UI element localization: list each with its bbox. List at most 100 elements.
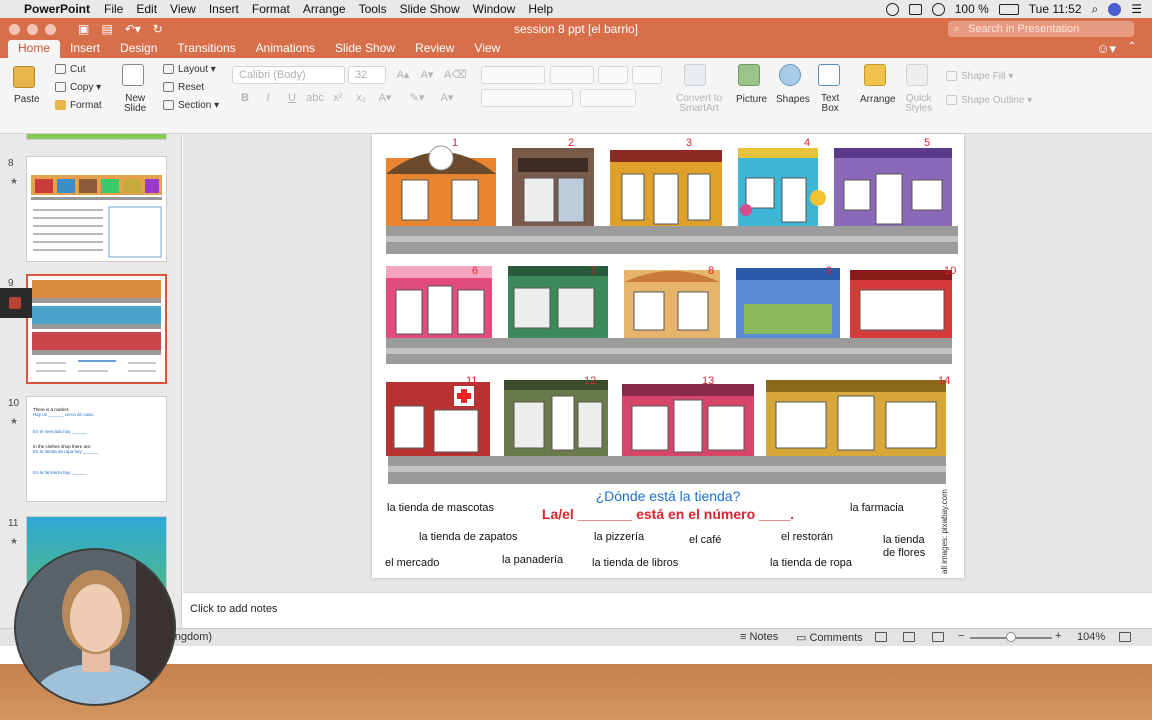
bullets-control[interactable] (481, 66, 545, 84)
font-name-select[interactable]: Calibri (Body) (232, 66, 345, 84)
close-window-button[interactable] (9, 23, 20, 35)
paste-button[interactable]: Paste (14, 94, 40, 105)
wifi-icon[interactable] (931, 2, 945, 16)
slide-thumbnail-9[interactable] (26, 274, 167, 384)
zoom-in-icon[interactable]: + (1055, 630, 1061, 642)
menu-arrange[interactable]: Arrange (303, 2, 346, 16)
minimize-window-button[interactable] (27, 23, 38, 35)
notes-toggle-button[interactable]: ≡ Notes (740, 631, 778, 643)
creative-cloud-icon[interactable] (885, 2, 899, 16)
subscript-icon[interactable]: x₂ (352, 90, 370, 106)
picture-icon[interactable] (738, 64, 760, 86)
sidebar-toggle-icon[interactable]: ▣ (78, 22, 89, 36)
quick-styles-icon[interactable] (906, 64, 928, 86)
shapes-icon[interactable] (779, 64, 801, 86)
arrange-icon[interactable] (864, 64, 886, 86)
reading-view-icon[interactable] (932, 632, 944, 642)
arrange-button[interactable]: Arrange (860, 94, 896, 105)
slide-thumbnail-7[interactable] (26, 134, 167, 140)
notes-pane[interactable]: Click to add notes (183, 592, 1152, 628)
font-size-select[interactable]: 32 (348, 66, 386, 84)
slide-thumbnail-10[interactable]: There is a market: Hay un ______ cerca d… (26, 396, 167, 502)
quick-styles-button[interactable]: Quick Styles (905, 94, 932, 114)
superscript-icon[interactable]: x² (329, 90, 347, 106)
shape-fill-button[interactable]: Shape Fill ▾ (946, 71, 1013, 82)
text-effects-icon[interactable]: A▾ (376, 90, 394, 106)
menu-view[interactable]: View (170, 2, 196, 16)
airplay-icon[interactable] (908, 3, 922, 15)
zoom-out-icon[interactable]: − (958, 630, 964, 642)
slide-number-11: 11 (8, 518, 19, 529)
section-button[interactable]: Section ▾ (163, 100, 219, 111)
collapse-ribbon-icon[interactable]: ⌃ (1128, 41, 1136, 52)
menu-help[interactable]: Help (528, 2, 553, 16)
strikethrough-icon[interactable]: abc (306, 90, 324, 106)
indent-control[interactable] (550, 66, 594, 84)
slide-thumbnail-8[interactable] (26, 156, 167, 262)
menu-insert[interactable]: Insert (209, 2, 239, 16)
spotlight-icon[interactable]: ⌕ (1092, 2, 1099, 17)
menu-tools[interactable]: Tools (359, 2, 387, 16)
redo-icon[interactable]: ↻ (153, 22, 163, 36)
textbox-icon[interactable] (818, 64, 840, 86)
zoom-window-button[interactable] (45, 23, 56, 35)
copy-button[interactable]: Copy ▾ (55, 82, 101, 93)
cut-button[interactable]: Cut (55, 64, 86, 75)
zoom-level[interactable]: 104% (1077, 631, 1105, 643)
tab-home[interactable]: Home (8, 40, 61, 58)
textbox-button[interactable]: Text Box (821, 94, 839, 114)
columns-control[interactable] (632, 66, 662, 84)
menu-window[interactable]: Window (473, 2, 516, 16)
zoom-slider-knob[interactable] (1006, 632, 1016, 642)
new-slide-button[interactable]: New Slide (124, 94, 146, 114)
app-menu[interactable]: PowerPoint (24, 2, 90, 16)
menu-file[interactable]: File (104, 2, 123, 16)
text-direction-control[interactable] (580, 89, 636, 107)
tab-transitions[interactable]: Transitions (167, 40, 245, 58)
current-slide[interactable]: 1 2 3 4 5 6 7 8 9 10 11 12 13 14 ¿Dónde … (372, 134, 964, 578)
feedback-smiley-icon[interactable]: ☺▾ (1096, 41, 1116, 57)
increase-font-icon[interactable]: A▴ (394, 67, 412, 83)
shapes-button[interactable]: Shapes (776, 94, 810, 105)
tab-animations[interactable]: Animations (246, 40, 325, 58)
underline-icon[interactable]: U (283, 90, 301, 106)
tab-view[interactable]: View (464, 40, 510, 58)
notification-center-icon[interactable]: ☰ (1131, 2, 1142, 16)
search-input[interactable]: ⌕ Search in Presentation (948, 21, 1134, 37)
picture-button[interactable]: Picture (736, 94, 767, 105)
undo-icon[interactable]: ↶▾ (125, 22, 141, 36)
siri-icon[interactable] (1108, 2, 1122, 16)
battery-status[interactable]: 100 % (955, 2, 989, 16)
menu-slide-show[interactable]: Slide Show (400, 2, 460, 16)
highlight-icon[interactable]: ✎▾ (408, 90, 426, 106)
italic-icon[interactable]: I (259, 90, 277, 106)
slide-editing-area[interactable]: 1 2 3 4 5 6 7 8 9 10 11 12 13 14 ¿Dónde … (183, 134, 1152, 592)
clear-format-icon[interactable]: A⌫ (444, 67, 467, 83)
convert-smartart-button[interactable]: Convert to SmartArt (676, 94, 722, 114)
layout-button[interactable]: Layout ▾ (163, 64, 216, 75)
record-indicator[interactable] (0, 288, 32, 318)
alignment-control[interactable] (481, 89, 573, 107)
bold-icon[interactable]: B (236, 90, 254, 106)
format-painter-button[interactable]: Format (55, 100, 102, 111)
tab-review[interactable]: Review (405, 40, 464, 58)
reset-button[interactable]: Reset (163, 82, 204, 93)
comments-toggle-button[interactable]: ▭ Comments (796, 631, 863, 644)
menu-format[interactable]: Format (252, 2, 290, 16)
save-icon[interactable]: ▤ (101, 22, 112, 36)
menu-edit[interactable]: Edit (136, 2, 157, 16)
tab-design[interactable]: Design (110, 40, 167, 58)
tab-insert[interactable]: Insert (60, 40, 110, 58)
font-color-icon[interactable]: A▾ (438, 90, 456, 106)
new-slide-icon[interactable] (122, 64, 144, 86)
slide-sorter-icon[interactable] (903, 632, 915, 642)
tab-slide-show[interactable]: Slide Show (325, 40, 405, 58)
smartart-icon[interactable] (684, 64, 706, 86)
clock[interactable]: Tue 11:52 (1029, 2, 1082, 16)
line-spacing-control[interactable] (598, 66, 628, 84)
shape-outline-button[interactable]: Shape Outline ▾ (946, 95, 1032, 106)
decrease-font-icon[interactable]: A▾ (418, 67, 436, 83)
paste-icon[interactable] (13, 66, 35, 88)
normal-view-icon[interactable] (875, 632, 887, 642)
fit-to-window-icon[interactable] (1119, 632, 1131, 642)
